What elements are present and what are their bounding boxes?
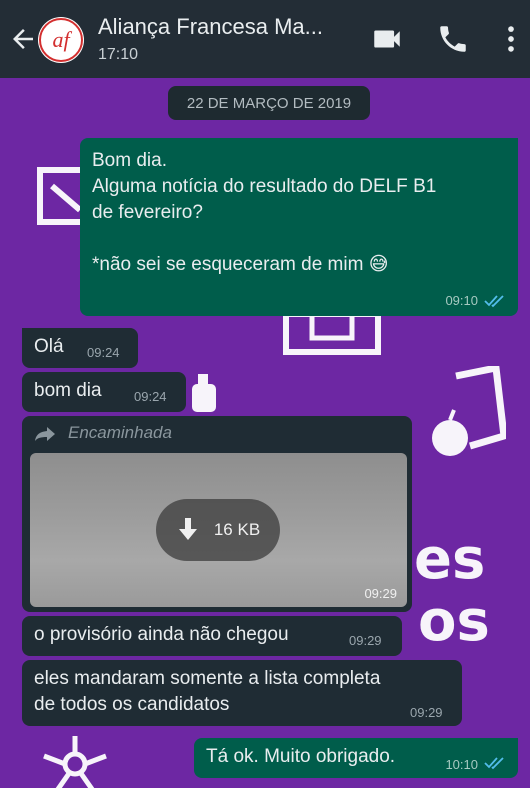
message-forwarded-media[interactable]: Encaminhada 16 KB 09:29 <box>22 416 412 612</box>
message-incoming[interactable]: Olá 09:24 <box>22 328 138 368</box>
message-outgoing[interactable]: Bom dia. Alguma notícia do resultado do … <box>80 138 518 316</box>
message-text-line <box>92 226 506 252</box>
wallpaper-frame-icon <box>283 314 381 355</box>
download-size: 16 KB <box>213 520 261 539</box>
video-call-icon[interactable] <box>370 22 404 56</box>
download-arrow-icon <box>178 518 197 540</box>
avatar-logo-text: af <box>52 27 72 52</box>
media-thumbnail[interactable]: 16 KB 09:29 <box>30 453 407 607</box>
back-arrow-icon[interactable] <box>8 24 38 54</box>
message-text: Olá <box>34 336 64 357</box>
message-time: 09:29 <box>349 633 382 648</box>
message-time: 10:10 <box>445 757 478 772</box>
message-text: Tá ok. Muito obrigado. <box>206 746 396 767</box>
message-incoming[interactable]: eles mandaram somente a lista completa d… <box>22 660 462 726</box>
message-time: 09:10 <box>445 293 478 308</box>
message-incoming[interactable]: bom dia 09:24 <box>22 372 186 412</box>
message-text-line: eles mandaram somente a lista completa <box>34 668 381 689</box>
alliance-francaise-logo-icon: af <box>39 18 83 62</box>
wallpaper-letters-icon: es os <box>414 527 490 654</box>
wallpaper-neuron-icon <box>43 736 107 788</box>
chat-header: af Aliança Francesa Ma... 17:10 <box>0 0 530 78</box>
date-separator: 22 DE MARÇO DE 2019 <box>168 86 370 120</box>
message-incoming[interactable]: o provisório ainda não chegou 09:29 <box>22 616 402 656</box>
wallpaper-bottle-icon <box>192 374 216 412</box>
double-check-read-icon <box>484 757 504 770</box>
message-time: 09:24 <box>134 389 167 404</box>
message-time: 09:29 <box>410 705 443 720</box>
message-text-line: Alguma notícia do resultado do DELF B1 <box>92 176 437 197</box>
message-outgoing[interactable]: Tá ok. Muito obrigado. 10:10 <box>194 738 518 778</box>
wallpaper-apple-book-icon <box>432 366 506 456</box>
double-check-read-icon <box>484 295 504 308</box>
message-time: 09:24 <box>87 345 120 360</box>
message-text-line: de todos os candidatos <box>34 694 230 715</box>
svg-text:os: os <box>418 589 490 654</box>
more-options-icon[interactable] <box>494 22 528 56</box>
message-text: o provisório ainda não chegou <box>34 624 289 645</box>
message-text-line: *não sei se esqueceram de mim 😅 <box>92 254 389 275</box>
chat-area[interactable]: es os 22 DE MARÇO DE 2019 Bom dia. Algum… <box>0 78 530 788</box>
voice-call-icon[interactable] <box>436 22 470 56</box>
forwarded-label: Encaminhada <box>68 423 172 442</box>
message-text-line: Bom dia. <box>92 150 167 171</box>
avatar[interactable]: af <box>38 17 84 63</box>
forward-arrow-icon <box>35 427 55 441</box>
last-seen: 17:10 <box>98 46 139 63</box>
message-text: bom dia <box>34 380 102 401</box>
download-button[interactable]: 16 KB <box>156 499 280 561</box>
message-text-line: de fevereiro? <box>92 202 203 223</box>
svg-text:es: es <box>414 527 485 592</box>
message-time: 09:29 <box>364 586 397 601</box>
contact-name[interactable]: Aliança Francesa Ma... <box>98 14 358 40</box>
